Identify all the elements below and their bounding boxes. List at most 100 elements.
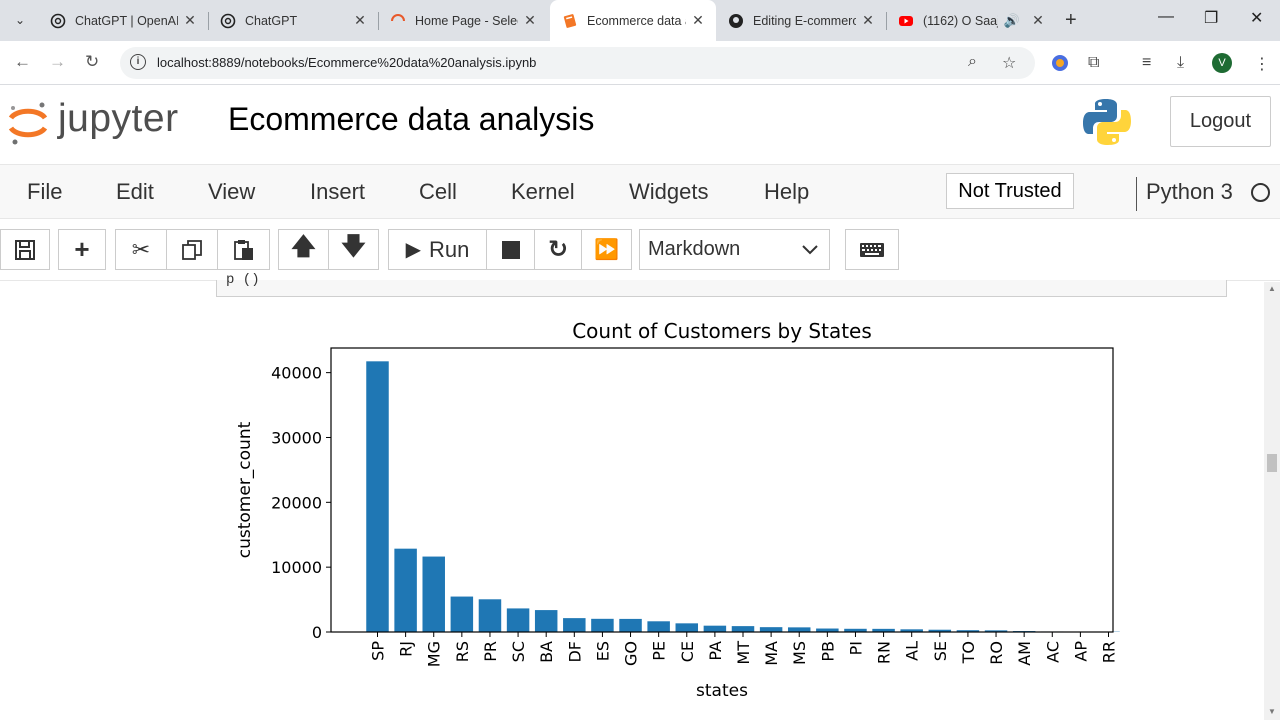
extensions-puzzle-icon[interactable]: ⧉ xyxy=(1088,54,1099,72)
x-tick-label: RS xyxy=(453,641,472,662)
x-tick-label: MT xyxy=(734,641,753,665)
not-trusted-button[interactable]: Not Trusted xyxy=(946,173,1074,209)
paste-button[interactable] xyxy=(218,229,270,270)
page-scrollbar[interactable]: ▲ ▼ xyxy=(1264,282,1280,720)
x-tick-label: PI xyxy=(846,641,865,655)
notebook-title[interactable]: Ecommerce data analysis xyxy=(228,101,594,138)
speaker-icon[interactable]: 🔊 xyxy=(1004,13,1020,29)
bar-ma xyxy=(760,627,782,632)
zoom-icon[interactable]: ⌕ xyxy=(968,53,977,71)
menu-cell[interactable]: Cell xyxy=(419,179,457,205)
x-tick-label: PA xyxy=(706,641,725,661)
close-icon[interactable]: ✕ xyxy=(522,12,538,29)
command-palette-button[interactable] xyxy=(845,229,899,270)
tab-title: (1162) O Saajn xyxy=(923,14,998,28)
close-icon[interactable]: ✕ xyxy=(690,12,706,29)
minimize-icon[interactable]: — xyxy=(1158,8,1174,26)
site-info-icon[interactable]: i xyxy=(130,54,146,70)
menu-widgets[interactable]: Widgets xyxy=(629,179,708,205)
kernel-name[interactable]: Python 3 xyxy=(1146,179,1233,205)
previous-code-cell[interactable]: p () xyxy=(216,280,1227,297)
y-tick-label: 30000 xyxy=(271,428,322,447)
menu-file[interactable]: File xyxy=(27,179,62,205)
window-close-icon[interactable]: ✕ xyxy=(1250,8,1263,28)
jupyter-logo-text[interactable]: jupyter xyxy=(58,97,179,141)
new-tab-icon[interactable]: + xyxy=(1065,9,1077,32)
move-up-button[interactable]: 🡅 xyxy=(278,229,329,270)
restart-run-all-button[interactable]: ⏩ xyxy=(582,229,632,270)
cell-type-select[interactable]: Markdown xyxy=(639,229,830,270)
bar-es xyxy=(591,619,613,632)
url-text[interactable]: localhost:8889/notebooks/Ecommerce%20dat… xyxy=(157,55,536,70)
restart-icon: ↻ xyxy=(548,235,568,264)
scrollbar-thumb[interactable] xyxy=(1267,454,1277,472)
copy-icon xyxy=(181,239,203,261)
close-icon[interactable]: ✕ xyxy=(860,12,876,29)
copy-button[interactable] xyxy=(167,229,218,270)
x-tick-label: MA xyxy=(762,641,781,666)
scissors-icon: ✂ xyxy=(132,237,150,263)
plot-area xyxy=(331,348,1113,632)
media-control-icon[interactable]: ≡ xyxy=(1142,54,1151,72)
tab-search-icon[interactable]: ⌄ xyxy=(8,8,32,32)
browser-tab-chatgpt[interactable]: ChatGPT ✕ xyxy=(208,0,378,41)
browser-tab-youtube[interactable]: (1162) O Saajn 🔊 ✕ xyxy=(886,0,1056,41)
kernel-idle-indicator-icon xyxy=(1251,183,1270,202)
x-tick-label: GO xyxy=(622,641,641,666)
bar-ms xyxy=(788,627,810,632)
logout-button[interactable]: Logout xyxy=(1170,96,1271,147)
x-tick-label: SP xyxy=(369,641,388,661)
openai-icon xyxy=(220,13,236,29)
back-arrow-icon[interactable]: ← xyxy=(14,52,31,72)
more-options-icon[interactable]: ⋮ xyxy=(1254,54,1270,74)
menu-view[interactable]: View xyxy=(208,179,255,205)
restart-kernel-button[interactable]: ↻ xyxy=(535,229,582,270)
bar-pr xyxy=(479,599,501,632)
interrupt-kernel-button[interactable] xyxy=(487,229,535,270)
bar-mg xyxy=(422,557,444,632)
x-tick-label: CE xyxy=(678,641,697,662)
browser-tab-home-page[interactable]: Home Page - Selec ✕ xyxy=(378,0,548,41)
run-button[interactable]: ▶ Run xyxy=(388,229,487,270)
menu-insert[interactable]: Insert xyxy=(310,179,365,205)
x-tick-label: BA xyxy=(537,641,556,663)
scroll-down-arrow-icon[interactable]: ▼ xyxy=(1268,707,1276,716)
chevron-down-icon xyxy=(799,238,821,260)
download-icon[interactable]: ⤓ xyxy=(1177,54,1184,72)
reload-icon[interactable]: ↻ xyxy=(85,52,99,72)
x-tick-label: PB xyxy=(818,641,837,662)
y-tick-label: 10000 xyxy=(271,558,322,577)
restore-icon[interactable]: ❐ xyxy=(1204,8,1218,28)
address-bar[interactable]: i localhost:8889/notebooks/Ecommerce%20d… xyxy=(120,47,1035,79)
arrow-down-icon: 🡇 xyxy=(341,229,366,270)
menu-kernel[interactable]: Kernel xyxy=(511,179,575,205)
loading-spinner-icon xyxy=(390,13,406,29)
browser-toolbar: ← → ↻ i localhost:8889/notebooks/Ecommer… xyxy=(0,41,1280,85)
tab-title: Ecommerce data a xyxy=(587,14,686,28)
extension-icon[interactable] xyxy=(1051,54,1069,77)
menu-help[interactable]: Help xyxy=(764,179,809,205)
browser-tab-github[interactable]: Editing E-commerc ✕ xyxy=(716,0,886,41)
profile-avatar[interactable]: V xyxy=(1212,53,1232,73)
insert-cell-button[interactable]: + xyxy=(58,229,106,270)
tab-title: Editing E-commerc xyxy=(753,14,856,28)
bar-sp xyxy=(366,361,388,632)
menu-edit[interactable]: Edit xyxy=(116,179,154,205)
save-button[interactable] xyxy=(0,229,50,270)
jupyter-logo-icon[interactable] xyxy=(8,98,48,146)
cut-button[interactable]: ✂ xyxy=(115,229,167,270)
browser-tab-ecommerce-active[interactable]: Ecommerce data a ✕ xyxy=(550,0,716,41)
x-tick-label: ES xyxy=(593,641,612,661)
close-icon[interactable]: ✕ xyxy=(352,12,368,29)
close-icon[interactable]: ✕ xyxy=(1030,12,1046,29)
scroll-up-arrow-icon[interactable]: ▲ xyxy=(1268,284,1276,293)
forward-arrow-icon[interactable]: → xyxy=(49,52,66,72)
browser-tab-chatgpt-openai[interactable]: ChatGPT | OpenAI ✕ xyxy=(38,0,208,41)
move-down-button[interactable]: 🡇 xyxy=(329,229,379,270)
chart-title: Count of Customers by States xyxy=(572,319,872,343)
x-tick-label: AC xyxy=(1043,641,1062,663)
bookmark-star-icon[interactable]: ☆ xyxy=(1002,53,1016,73)
paste-icon xyxy=(233,239,255,261)
notebook-toolbar: + ✂ 🡅 🡇 ▶ Run ↻ ⏩ Markdown xyxy=(0,219,1280,281)
close-icon[interactable]: ✕ xyxy=(182,12,198,29)
